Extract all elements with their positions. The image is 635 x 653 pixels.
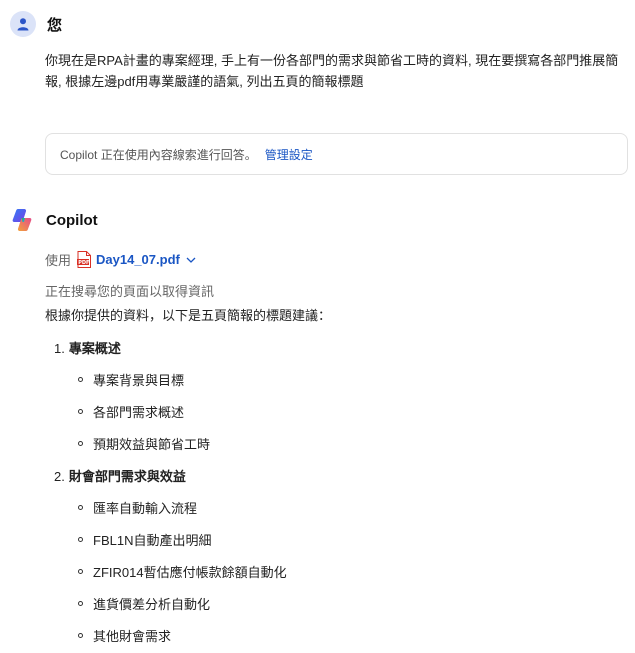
chat-page: 您 你現在是RPA計畫的專案經理, 手上有一份各部門的需求與節省工時的資料, 現… xyxy=(0,0,635,653)
section-number: 2. xyxy=(54,469,65,484)
copilot-logo-icon xyxy=(12,209,32,231)
context-notice: Copilot 正在使用內容線索進行回答。 管理設定 xyxy=(45,133,628,175)
list-item: 各部門需求概述 xyxy=(78,402,184,421)
list-item: 預期效益與節省工時 xyxy=(78,434,210,453)
section-title: 2. 財會部門需求與效益 xyxy=(54,466,186,485)
section-title-text: 財會部門需求與效益 xyxy=(68,469,186,484)
list-item-text: FBL1N自動產出明細 xyxy=(93,533,212,548)
bullet-icon xyxy=(78,537,83,542)
list-item-text: 匯率自動輸入流程 xyxy=(93,501,198,516)
bullet-icon xyxy=(78,633,83,638)
list-item: 其他財會需求 xyxy=(78,626,171,645)
user-message-text: 你現在是RPA計畫的專案經理, 手上有一份各部門的需求與節省工時的資料, 現在要… xyxy=(45,53,619,89)
list-item-text: 預期效益與節省工時 xyxy=(93,437,211,452)
user-avatar xyxy=(10,11,36,37)
user-name: 您 xyxy=(47,16,63,34)
bullet-icon xyxy=(78,441,83,446)
bullet-icon xyxy=(78,409,83,414)
bullet-icon xyxy=(78,601,83,606)
list-item: ZFIR014暫估應付帳款餘額自動化 xyxy=(78,562,287,581)
list-item: 專案背景與目標 xyxy=(78,370,184,389)
list-item-text: 其他財會需求 xyxy=(93,629,172,644)
user-message-header: 您 xyxy=(10,11,62,37)
source-prefix: 使用 xyxy=(45,253,72,268)
list-item: 進貨價差分析自動化 xyxy=(78,594,210,613)
section-title-text: 專案概述 xyxy=(68,341,121,356)
source-file-link[interactable]: Day14_07.pdf xyxy=(96,252,180,267)
list-item: FBL1N自動產出明細 xyxy=(78,530,211,549)
manage-settings-link[interactable]: 管理設定 xyxy=(265,146,313,163)
svg-text:PDF: PDF xyxy=(78,260,89,266)
chevron-down-icon[interactable] xyxy=(186,257,196,263)
pdf-file-icon: PDF xyxy=(77,251,92,268)
copilot-name: Copilot xyxy=(46,211,98,229)
bullet-icon xyxy=(78,505,83,510)
copilot-message-header: Copilot xyxy=(9,207,98,233)
list-item-text: 各部門需求概述 xyxy=(93,405,185,420)
source-reference: 使用 PDF Day14_07.pdf xyxy=(45,250,196,269)
section-title: 1. 專案概述 xyxy=(54,338,121,357)
section-number: 1. xyxy=(54,341,65,356)
list-item: 匯率自動輸入流程 xyxy=(78,498,197,517)
search-status-text: 正在搜尋您的頁面以取得資訊 xyxy=(45,284,215,299)
list-item-text: 專案背景與目標 xyxy=(93,373,185,388)
notice-text: Copilot 正在使用內容線索進行回答。 xyxy=(60,147,257,162)
answer-intro: 根據你提供的資料，以下是五頁簡報的標題建議： xyxy=(45,308,332,323)
bullet-icon xyxy=(78,569,83,574)
list-item-text: 進貨價差分析自動化 xyxy=(93,597,211,612)
list-item-text: ZFIR014暫估應付帳款餘額自動化 xyxy=(93,565,287,580)
bullet-icon xyxy=(78,377,83,382)
user-icon xyxy=(17,18,29,31)
